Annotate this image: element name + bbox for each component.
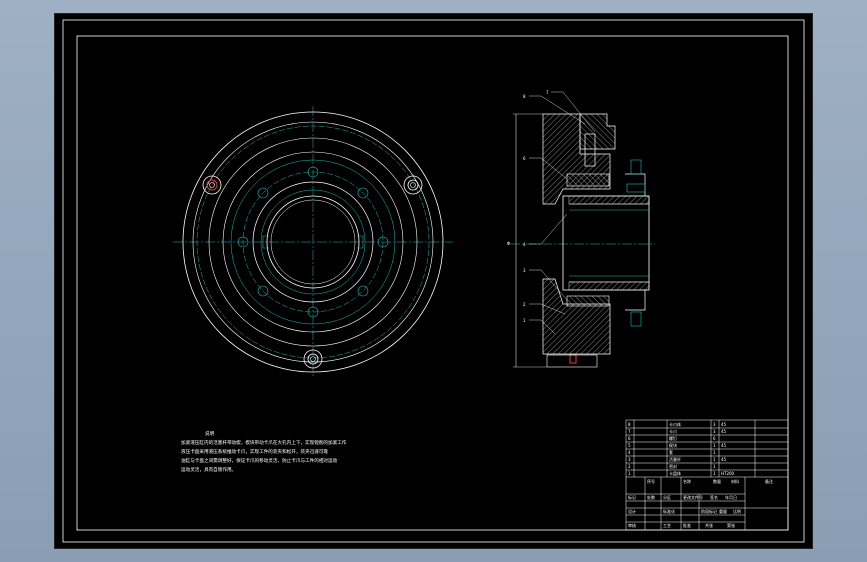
technical-notes: 说明 加紧液压缸内的活塞杆带动楔，楔块带动卡爪在大孔内上下，实现镗削的加紧工作 …: [181, 430, 347, 473]
section-bottom-plate: [546, 354, 598, 368]
section-bolt-top: [630, 159, 642, 175]
bom-row-5-name: 套: [669, 449, 673, 455]
lower-label-5: 比例: [733, 508, 741, 514]
section-view: Φ 8 7 6 4 3 2 1: [507, 90, 655, 368]
bom-row-6-mat: 45: [721, 457, 727, 462]
callout-2: 2: [523, 302, 526, 307]
section-nut-top: [626, 183, 646, 193]
mid-label-4: 更改文件号: [683, 494, 703, 500]
front-view: [173, 106, 453, 376]
bom-row-4-no: 5: [628, 443, 631, 448]
bom-row-4-qty: 1: [713, 443, 716, 448]
bom-row-2-qty: 3: [713, 429, 716, 434]
callout-6: 6: [523, 156, 526, 161]
section-sleeve-wall-lower: [568, 281, 650, 291]
notes-line-3: 油缸与卡盘之间需调整好，保证卡爪的移动灵活，防止卡爪与工件的相对运动: [181, 457, 338, 464]
bom-row-3-no: 6: [628, 436, 631, 441]
bom-row-1-qty: 3: [713, 422, 716, 427]
bom-row-7-name: 密封: [669, 463, 677, 469]
bom-header-remark: 备注: [765, 478, 773, 484]
bom-row-7-qty: 1: [713, 464, 716, 469]
front-jaw-bolt-left: [202, 175, 222, 195]
bottom-label-4: 共张: [705, 522, 713, 528]
bom-row-3-qty: 6: [713, 436, 716, 441]
bom-header-qty: 数量: [713, 478, 721, 484]
bom-row-4-name: 楔块: [669, 442, 677, 448]
mid-label-6: 年月日: [725, 494, 737, 500]
mid-label-3: 分区: [663, 494, 671, 500]
outer-frame: [62, 19, 805, 543]
section-sleeve-inner: [569, 209, 649, 277]
bottom-label-3: 批准: [683, 522, 691, 528]
bom-row-5-no: 4: [628, 450, 631, 455]
bom-text: 8 卡爪体 3 45 7 卡爪 3 45 6 螺钉 6 5 楔块 1 45 4 …: [628, 421, 773, 528]
section-red-screw: [569, 354, 577, 364]
bom-row-8-mat: HT200: [721, 471, 735, 476]
bom-row-1-no: 8: [628, 422, 631, 427]
notes-title: 说明: [205, 430, 215, 437]
bom-row-8-qty: 1: [713, 471, 716, 476]
notes-line-2: 液压卡盘采用液压系统推动卡爪，实现工件的装夹和松开，装夹迅速可靠: [181, 448, 328, 455]
mid-label-5: 签名: [710, 494, 718, 500]
callout-4: 4: [523, 242, 526, 247]
lower-label-3: 阶段标记: [701, 508, 717, 514]
bom-row-2-name: 卡爪: [669, 428, 677, 434]
callout-8: 8: [523, 94, 526, 99]
bom-header-name: 名称: [683, 478, 691, 484]
bom-row-4-mat: 45: [721, 443, 727, 448]
bom-row-6-name: 活塞杆: [669, 456, 681, 462]
section-wedge-lower: [566, 295, 610, 307]
drawing-sheet: Φ 8 7 6 4 3 2 1 说明 加紧液压缸内的活塞杆带动楔，楔块带动卡爪在…: [55, 14, 812, 548]
notes-line-1: 加紧液压缸内的活塞杆带动楔，楔块带动卡爪在大孔内上下，实现镗削的加紧工作: [181, 439, 347, 446]
callout-3: 3: [523, 268, 526, 273]
bom-header-material: 材料: [731, 478, 739, 484]
front-jaw-bolt-right: [403, 175, 423, 195]
mid-label-1: 标记: [628, 494, 636, 500]
bom-row-6-qty: 1: [713, 457, 716, 462]
bottom-label-2: 工艺: [663, 523, 671, 528]
notes-line-4: 运动灵活，具有自锁作用。: [181, 466, 236, 473]
bom-row-6-no: 3: [628, 457, 631, 462]
bom-row-2-no: 7: [628, 429, 631, 434]
bom-row-1-mat: 45: [721, 422, 727, 427]
section-wedge-upper: [566, 173, 610, 187]
bom-header-no: 序号: [647, 478, 655, 484]
bom-row-1-name: 卡爪体: [669, 421, 681, 427]
bom-row-3-name: 螺钉: [669, 435, 677, 441]
lower-label-2: 标准化: [663, 508, 675, 514]
bom-row-8-name: 卡盘体: [669, 470, 681, 476]
lower-label-1: 设计: [628, 508, 636, 514]
section-sleeve-wall-upper: [568, 195, 650, 205]
bom-row-5-qty: 1: [713, 450, 716, 455]
section-bolt-bottom: [630, 311, 642, 327]
callout-1: 1: [523, 318, 526, 323]
bom-row-7-no: 2: [628, 464, 631, 469]
dimension-label: Φ: [507, 241, 510, 246]
bottom-label-1: 审核: [628, 522, 636, 528]
lower-label-4: 重量: [719, 508, 727, 514]
mid-label-2: 处数: [647, 494, 655, 500]
bottom-label-5: 第张: [727, 522, 735, 528]
callout-7: 7: [546, 90, 549, 95]
bom-row-2-mat: 45: [721, 429, 727, 434]
cad-drawing: Φ 8 7 6 4 3 2 1 说明 加紧液压缸内的活塞杆带动楔，楔块带动卡爪在…: [62, 19, 805, 543]
bom-row-8-no: 1: [628, 471, 631, 476]
